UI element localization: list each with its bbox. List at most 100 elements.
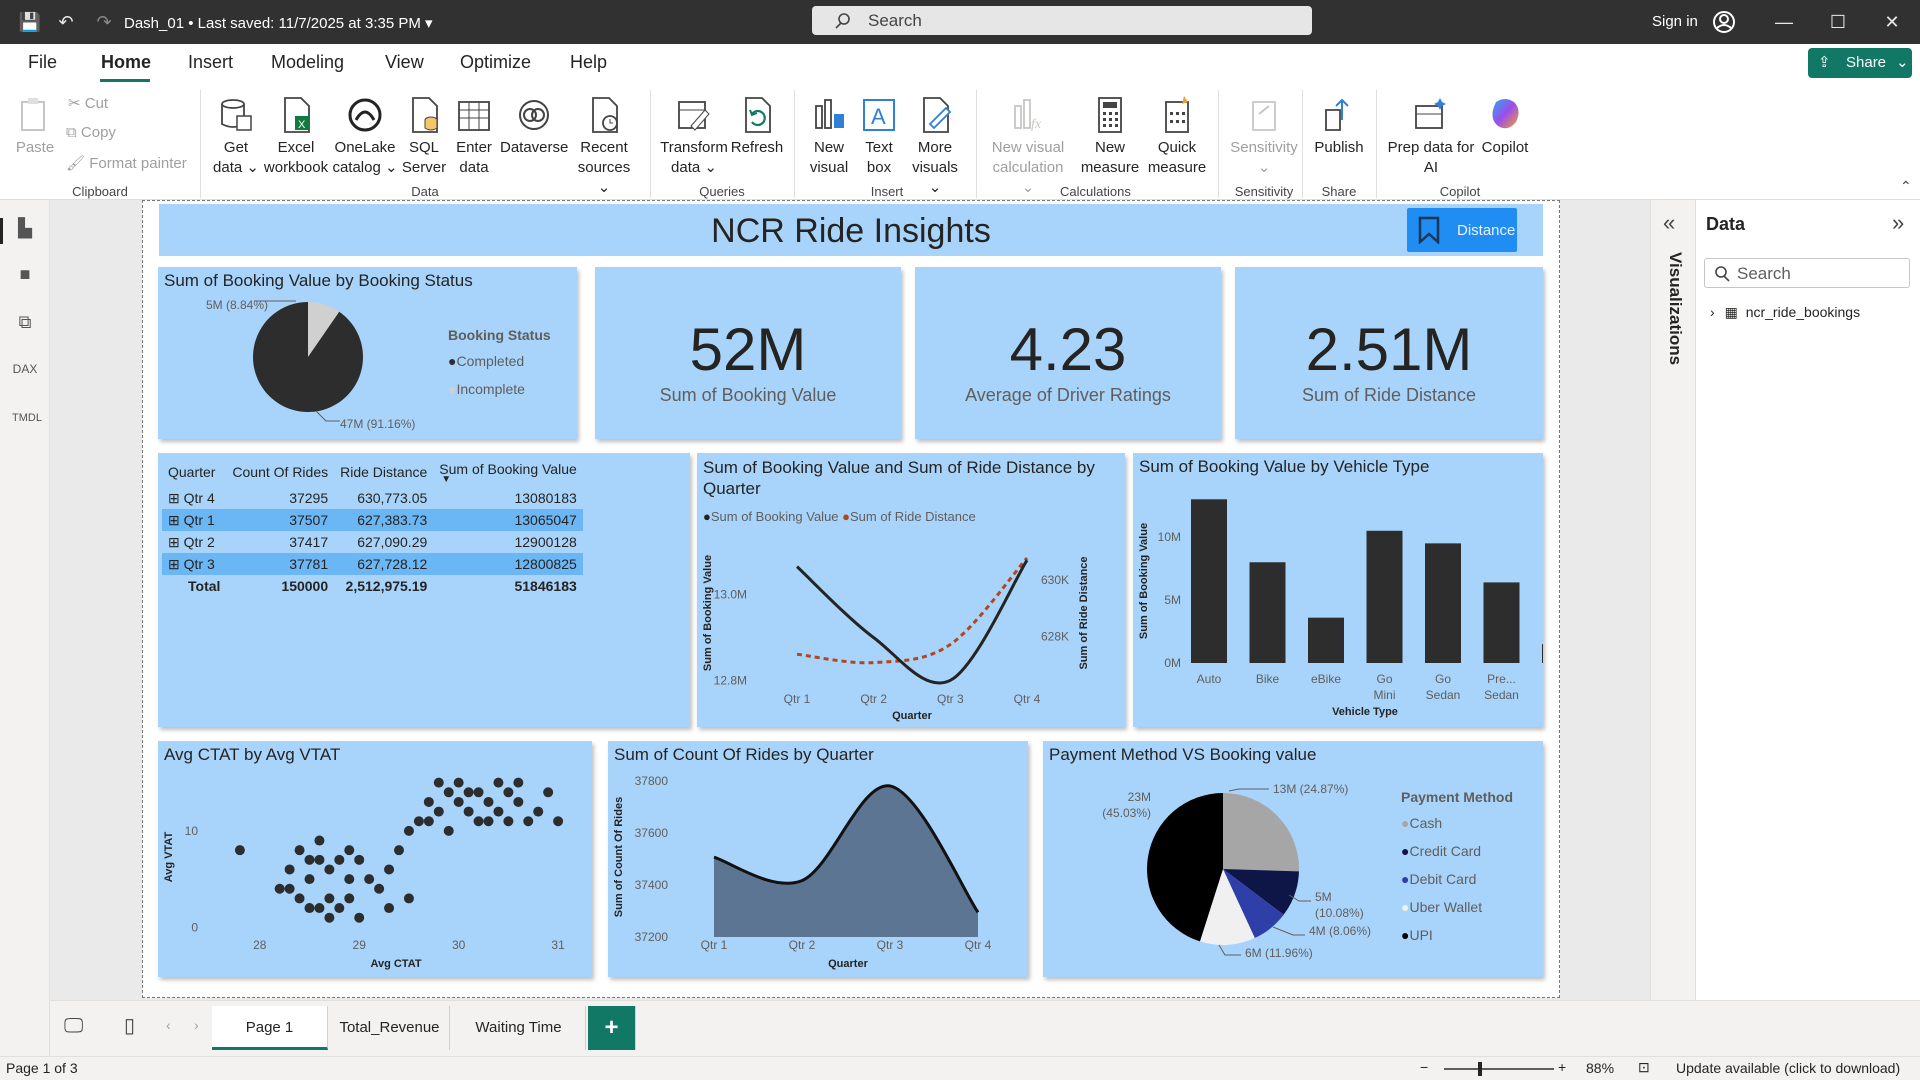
bar-3[interactable]	[1366, 530, 1403, 663]
scatter-point[interactable]	[304, 874, 315, 885]
enter-data-button[interactable]: Enter data	[450, 96, 498, 178]
update-available-link[interactable]: Update available (click to download)	[1676, 1060, 1900, 1076]
prev-page-icon[interactable]: ‹	[166, 1017, 171, 1033]
expand-icon[interactable]: ⊞	[168, 490, 180, 506]
scatter-point[interactable]	[423, 796, 434, 807]
tab-view[interactable]: View	[385, 52, 424, 73]
scatter-point[interactable]	[324, 864, 335, 875]
scatter-point[interactable]	[453, 796, 464, 807]
table-row[interactable]: ⊞ Qtr 1 37507 627,383.73 13065047	[162, 509, 583, 531]
scatter-point[interactable]	[483, 816, 494, 827]
pie1-slice-1[interactable]	[252, 302, 363, 412]
scatter-point[interactable]	[354, 912, 365, 923]
sensitivity-button[interactable]: Sensitivity ⌄	[1226, 96, 1302, 178]
pie2-legend-upi[interactable]: ●UPI	[1401, 927, 1433, 943]
scatter-point[interactable]	[543, 787, 554, 798]
save-icon[interactable]: 💾	[18, 10, 42, 34]
zoom-slider-thumb[interactable]	[1478, 1062, 1482, 1076]
table-view-icon[interactable]: ■	[12, 264, 38, 290]
bar-6[interactable]	[1542, 644, 1543, 663]
scatter-point[interactable]	[344, 845, 355, 856]
scatter-point[interactable]	[493, 777, 504, 788]
combo-line-card[interactable]: Sum of Booking Value and Sum of Ride Dis…	[697, 453, 1125, 727]
more-visuals-button[interactable]: More visuals ⌄	[904, 96, 966, 198]
visualizations-label[interactable]: Visualizations	[1661, 252, 1685, 382]
payment-method-pie-chart[interactable]: 13M (24.87%) 5M (10.08%) 4M (8.06%) 6M (11.9…	[1043, 741, 1543, 977]
scatter-point[interactable]	[433, 777, 444, 788]
scatter-point[interactable]	[503, 787, 514, 798]
kpi-booking-value-card[interactable]: 52M Sum of Booking Value	[595, 267, 901, 439]
collapse-pane-icon[interactable]: »	[1892, 210, 1904, 236]
quick-measure-button[interactable]: Quick measure	[1146, 96, 1208, 178]
tab-file[interactable]: File	[28, 52, 57, 73]
combo-line-chart[interactable]: Qtr 1 Qtr 2 Qtr 3 Qtr 4 13.0M 12.8M 630K 628K Qu…	[697, 453, 1125, 727]
expand-pane-icon[interactable]: «	[1663, 210, 1675, 236]
report-view-icon[interactable]: ▙	[12, 218, 38, 244]
scatter-point[interactable]	[453, 777, 464, 788]
scatter-point[interactable]	[433, 806, 444, 817]
zoom-slider[interactable]	[1444, 1068, 1554, 1070]
scatter-card[interactable]: Avg CTAT by Avg VTAT 28 29 30 31 10 0 Avg CTAT…	[158, 741, 592, 977]
maximize-icon[interactable]: ☐	[1826, 10, 1850, 34]
search-input[interactable]: Search	[812, 6, 1312, 35]
scatter-point[interactable]	[403, 825, 414, 836]
scatter-point[interactable]	[463, 787, 474, 798]
rides-area-chart[interactable]: 37800 37600 37400 37200 Qtr 1 Qtr 2 Qtr 3 Qtr 4…	[608, 741, 1028, 977]
pie2-legend-debit[interactable]: ●Debit Card	[1401, 871, 1476, 887]
pie2-legend-wallet[interactable]: ●Uber Wallet	[1401, 899, 1482, 915]
bar-0[interactable]	[1191, 499, 1227, 663]
scatter-point[interactable]	[344, 893, 355, 904]
scatter-point[interactable]	[423, 816, 434, 827]
data-search-input[interactable]: Search	[1704, 258, 1910, 288]
scatter-point[interactable]	[443, 787, 454, 798]
expand-icon[interactable]: ⊞	[168, 556, 180, 572]
redo-icon[interactable]: ↷	[92, 10, 116, 34]
file-name[interactable]: Dash_01 • Last saved: 11/7/2025 at 3:35 …	[124, 14, 433, 32]
scatter-point[interactable]	[473, 816, 484, 827]
scatter-point[interactable]	[553, 816, 564, 827]
excel-workbook-button[interactable]: X Excel workbook	[262, 96, 330, 178]
share-button[interactable]: ⇪ Share ⌄	[1808, 48, 1912, 78]
tab-insert[interactable]: Insert	[188, 52, 233, 73]
vehicle-bar-card[interactable]: Sum of Booking Value by Vehicle Type 10M…	[1133, 453, 1543, 727]
ctat-vtat-scatter-chart[interactable]: 28 29 30 31 10 0 Avg CTAT Avg VTAT	[158, 741, 592, 977]
expand-icon[interactable]: ⊞	[168, 512, 180, 528]
scatter-point[interactable]	[344, 874, 355, 885]
sql-server-button[interactable]: SQL Server	[400, 96, 448, 178]
account-icon[interactable]	[1712, 10, 1736, 34]
page-tab-waiting-time[interactable]: Waiting Time	[452, 1006, 586, 1050]
scatter-point[interactable]	[403, 893, 414, 904]
scatter-point[interactable]	[354, 854, 365, 865]
scatter-point[interactable]	[314, 903, 325, 914]
scatter-point[interactable]	[324, 893, 335, 904]
scatter-point[interactable]	[394, 845, 404, 856]
quarter-matrix-card[interactable]: Quarter Count Of Rides Ride Distance Sum…	[158, 453, 690, 727]
booking-status-pie-card[interactable]: Sum of Booking Value by Booking Status B…	[158, 267, 577, 439]
scatter-point[interactable]	[374, 883, 385, 894]
page-tab-total-revenue[interactable]: Total_Revenue	[330, 1006, 450, 1050]
new-measure-button[interactable]: New measure	[1076, 96, 1144, 178]
scatter-point[interactable]	[473, 787, 484, 798]
scatter-point[interactable]	[533, 806, 544, 817]
tab-optimize[interactable]: Optimize	[460, 52, 531, 73]
scatter-point[interactable]	[334, 854, 345, 865]
matrix-header-booking[interactable]: Sum of Booking Value ▼	[433, 457, 583, 487]
zoom-in-icon[interactable]: +	[1558, 1059, 1566, 1075]
tab-modeling[interactable]: Modeling	[271, 52, 344, 73]
scatter-point[interactable]	[513, 777, 524, 788]
scatter-point[interactable]	[493, 806, 504, 817]
pie2-slice-0[interactable]	[1223, 793, 1299, 872]
dataverse-button[interactable]: Dataverse	[500, 96, 568, 158]
publish-button[interactable]: Publish	[1310, 96, 1368, 158]
quarter-matrix[interactable]: Quarter Count Of Rides Ride Distance Sum…	[162, 457, 583, 597]
scatter-point[interactable]	[234, 845, 245, 856]
scatter-point[interactable]	[364, 874, 375, 885]
cut-button[interactable]: ✂ Cut	[68, 94, 108, 112]
page-tab-page-1[interactable]: Page 1	[212, 1006, 328, 1050]
copilot-button[interactable]: Copilot	[1478, 96, 1532, 158]
scatter-point[interactable]	[284, 883, 295, 894]
new-visual-button[interactable]: New visual	[802, 96, 856, 178]
fit-to-page-icon[interactable]: ⊡	[1638, 1059, 1650, 1076]
bar-1[interactable]	[1249, 562, 1286, 663]
undo-icon[interactable]: ↶	[54, 10, 78, 34]
